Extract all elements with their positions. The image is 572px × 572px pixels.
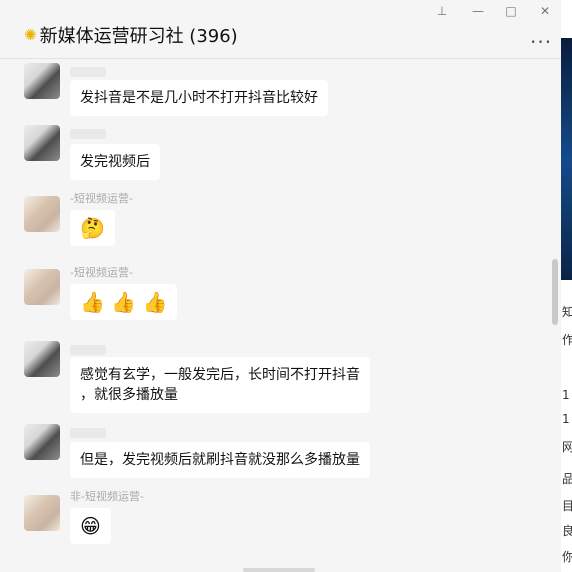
title-bar: ✺ 新媒体运营研习社 (396) ⊥ — □ ✕ ··· bbox=[0, 0, 561, 59]
close-button[interactable]: ✕ bbox=[535, 3, 555, 19]
chat-window: ✺ 新媒体运营研习社 (396) ⊥ — □ ✕ ··· 发抖音是不是几小时不打… bbox=[0, 0, 561, 572]
avatar[interactable] bbox=[24, 495, 60, 531]
message-bubble[interactable]: 感觉有玄学，一般发完后，长时间不打开抖音 ，就很多播放量 bbox=[70, 357, 370, 413]
emoji-bubble[interactable]: 😁 bbox=[70, 508, 111, 544]
avatar[interactable] bbox=[24, 269, 60, 305]
background-text: 1 bbox=[562, 412, 570, 426]
scrollbar-thumb[interactable] bbox=[552, 259, 558, 325]
background-image bbox=[561, 38, 572, 280]
message-bubble[interactable]: 但是，发完视频后就刷抖音就没那么多播放量 bbox=[70, 442, 370, 478]
sender-name: -短视频运营- bbox=[70, 266, 133, 279]
sender-name-blurred bbox=[70, 345, 106, 355]
sparkle-icon: ✺ bbox=[24, 26, 37, 44]
sender-name-blurred bbox=[70, 67, 106, 77]
background-text: 目 bbox=[562, 499, 572, 513]
background-text: 品 bbox=[562, 472, 572, 486]
avatar[interactable] bbox=[24, 63, 60, 99]
background-text: 作 bbox=[562, 333, 572, 347]
message-bubble[interactable]: 发抖音是不是几小时不打开抖音比较好 bbox=[70, 80, 328, 116]
more-options-icon[interactable]: ··· bbox=[530, 30, 552, 54]
sender-name: 非-短视频运营- bbox=[70, 490, 144, 503]
emoji-bubble[interactable]: 👍 👍 👍 bbox=[70, 284, 178, 320]
avatar[interactable] bbox=[24, 341, 60, 377]
sender-name-blurred bbox=[70, 428, 106, 438]
avatar[interactable] bbox=[24, 196, 60, 232]
avatar[interactable] bbox=[24, 424, 60, 460]
sender-name-blurred bbox=[70, 129, 106, 139]
message-bubble[interactable]: 发完视频后 bbox=[70, 144, 160, 180]
group-name: 新媒体运营研习社 (396) bbox=[39, 26, 238, 47]
minimize-button[interactable]: — bbox=[468, 3, 488, 19]
message-line: 感觉有玄学，一般发完后，长时间不打开抖音 bbox=[80, 367, 360, 383]
background-text: 1 bbox=[562, 388, 570, 402]
background-text: 良 bbox=[562, 524, 572, 538]
message-line: ，就很多播放量 bbox=[80, 387, 178, 403]
background-text: 知 bbox=[562, 305, 572, 319]
emoji-bubble[interactable]: 🤔 bbox=[70, 210, 115, 246]
maximize-button[interactable]: □ bbox=[501, 3, 521, 19]
resize-handle[interactable] bbox=[243, 568, 315, 572]
group-title[interactable]: ✺ 新媒体运营研习社 (396) bbox=[24, 22, 238, 48]
background-text: 你 bbox=[562, 550, 572, 564]
sender-name: -短视频运营- bbox=[70, 192, 133, 205]
avatar[interactable] bbox=[24, 125, 60, 161]
message-list[interactable]: 发抖音是不是几小时不打开抖音比较好 发完视频后 -短视频运营- 🤔 -短视频运营… bbox=[0, 59, 561, 572]
pin-icon[interactable]: ⊥ bbox=[432, 3, 452, 19]
background-text: 网 bbox=[562, 440, 572, 454]
background-window-edge: 知 作 1 1 网 品 目 良 你 bbox=[561, 0, 572, 572]
